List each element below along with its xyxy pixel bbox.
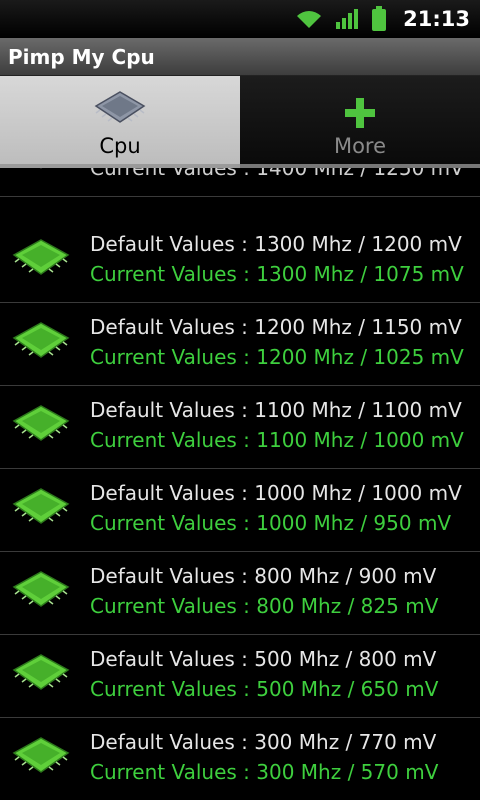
tab-cpu-label: Cpu: [99, 134, 141, 158]
cpu-chip-icon: [12, 488, 70, 524]
tab-more-label: More: [333, 134, 387, 158]
status-bar: 21:13: [0, 0, 480, 38]
list-item[interactable]: Default Values : 1100 Mhz / 1100 mV Curr…: [0, 386, 480, 469]
app-title-bar: Pimp My Cpu: [0, 38, 480, 76]
current-values: Current Values : 1300 Mhz / 1075 mV: [90, 262, 464, 286]
cpu-chip-icon: [12, 322, 70, 358]
current-values: Current Values : 1400 Mhz / 1250 mV: [90, 168, 464, 180]
default-values: Default Values : 300 Mhz / 770 mV: [90, 730, 437, 754]
signal-icon: [336, 9, 359, 29]
list-item[interactable]: Current Values : 1400 Mhz / 1250 mV: [0, 168, 480, 197]
battery-icon: [372, 6, 387, 31]
cpu-chip-icon: [12, 571, 70, 607]
cpu-chip-icon: [12, 654, 70, 690]
default-values: Default Values : 500 Mhz / 800 mV: [90, 647, 437, 671]
current-values: Current Values : 500 Mhz / 650 mV: [90, 677, 439, 701]
list-item[interactable]: Default Values : 1000 Mhz / 1000 mV Curr…: [0, 469, 480, 552]
list-item[interactable]: Default Values : 300 Mhz / 770 mV Curren…: [0, 718, 480, 800]
tab-bar: Cpu More: [0, 76, 480, 168]
cpu-chip-icon: [12, 737, 70, 773]
list-item[interactable]: Default Values : 500 Mhz / 800 mV Curren…: [0, 635, 480, 718]
current-values: Current Values : 1000 Mhz / 950 mV: [90, 511, 452, 535]
default-values: Default Values : 1200 Mhz / 1150 mV: [90, 315, 462, 339]
frequency-list: Current Values : 1400 Mhz / 1250 mV Defa…: [0, 168, 480, 800]
status-time: 21:13: [403, 7, 470, 31]
list-item[interactable]: Default Values : 1200 Mhz / 1150 mV Curr…: [0, 303, 480, 386]
cpu-chip-icon: [12, 405, 70, 441]
cpu-chip-icon: [94, 91, 146, 123]
cpu-chip-icon: [39, 168, 43, 169]
current-values: Current Values : 1100 Mhz / 1000 mV: [90, 428, 464, 452]
default-values: Default Values : 1000 Mhz / 1000 mV: [90, 481, 462, 505]
cpu-chip-icon: [12, 239, 70, 275]
tab-cpu[interactable]: Cpu: [0, 76, 240, 168]
default-values: Default Values : 1100 Mhz / 1100 mV: [90, 398, 462, 422]
plus-icon: [345, 98, 375, 128]
current-values: Current Values : 300 Mhz / 570 mV: [90, 760, 439, 784]
wifi-icon: [297, 11, 322, 28]
current-values: Current Values : 800 Mhz / 825 mV: [90, 594, 439, 618]
current-values: Current Values : 1200 Mhz / 1025 mV: [90, 345, 464, 369]
tab-more[interactable]: More: [240, 76, 480, 168]
default-values: Default Values : 1300 Mhz / 1200 mV: [90, 232, 462, 256]
list-item[interactable]: Default Values : 800 Mhz / 900 mV Curren…: [0, 552, 480, 635]
default-values: Default Values : 800 Mhz / 900 mV: [90, 564, 437, 588]
list-item[interactable]: Default Values : 1300 Mhz / 1200 mV Curr…: [0, 220, 480, 303]
app-title: Pimp My Cpu: [8, 44, 155, 69]
